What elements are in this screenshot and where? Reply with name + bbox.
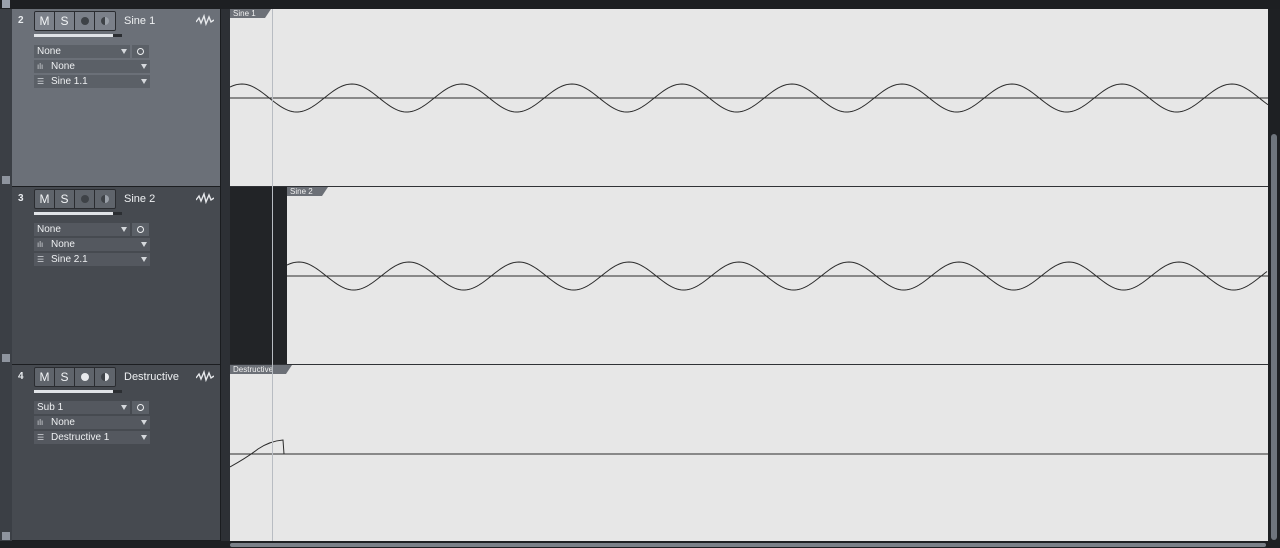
waveform-icon[interactable] <box>196 14 214 26</box>
track-header-sine-2[interactable]: 3 M S Sine 2 None ılı None ☰ Sine 2.1 <box>12 187 220 365</box>
hscroll-thumb[interactable] <box>230 543 1266 547</box>
output-select[interactable]: Sub 1 <box>34 401 130 414</box>
layers-icon: ☰ <box>37 255 45 264</box>
monitor-o-button[interactable] <box>132 401 149 414</box>
circle-icon <box>137 404 144 411</box>
instrument-select[interactable]: ılı None <box>34 238 150 251</box>
layer-value: Destructive 1 <box>51 432 110 443</box>
chevron-down-icon <box>121 227 127 232</box>
solo-button[interactable]: S <box>55 12 75 30</box>
layer-select[interactable]: ☰ Destructive 1 <box>34 431 150 444</box>
event-label[interactable]: Sine 2 <box>287 187 328 196</box>
chevron-down-icon <box>141 257 147 262</box>
bars-icon: ılı <box>37 62 44 71</box>
fader-fill <box>34 390 114 393</box>
record-arm-button[interactable] <box>75 368 95 386</box>
layers-icon: ☰ <box>37 77 45 86</box>
horizontal-scrollbar[interactable] <box>0 541 1268 548</box>
record-icon <box>80 194 89 203</box>
lane-separator <box>230 186 1268 187</box>
bars-icon: ılı <box>37 240 44 249</box>
track-button-group: M S <box>34 189 116 209</box>
mute-button[interactable]: M <box>35 12 55 30</box>
instrument-value: None <box>51 239 75 250</box>
track-header-destructive[interactable]: 4 M S Destructive Sub 1 ılı None ☰ Destr… <box>12 365 220 541</box>
solo-button[interactable]: S <box>55 190 75 208</box>
arrangement-window: 2 M S Sine 1 None ılı None ☰ Sine 1.1 3 … <box>0 0 1280 548</box>
layer-value: Sine 1.1 <box>51 76 88 87</box>
layer-select[interactable]: ☰ Sine 1.1 <box>34 75 150 88</box>
output-select[interactable]: None <box>34 223 130 236</box>
chevron-down-icon <box>141 79 147 84</box>
expand-icon[interactable] <box>2 176 10 184</box>
monitor-o-button[interactable] <box>132 223 149 236</box>
chevron-down-icon <box>141 242 147 247</box>
waveform-icon[interactable] <box>196 192 214 204</box>
monitor-button[interactable] <box>95 368 115 386</box>
record-arm-button[interactable] <box>75 12 95 30</box>
track-name[interactable]: Sine 2 <box>124 193 155 205</box>
circle-icon <box>137 226 144 233</box>
monitor-icon <box>101 372 109 381</box>
track-number: 4 <box>18 371 24 382</box>
track-button-group: M S <box>34 367 116 387</box>
monitor-button[interactable] <box>95 190 115 208</box>
event-label[interactable]: Sine 1 <box>230 9 271 18</box>
chevron-down-icon <box>141 435 147 440</box>
lane-separator <box>230 364 1268 365</box>
track-name[interactable]: Destructive <box>124 371 179 383</box>
volume-fader[interactable] <box>34 212 122 215</box>
track-number: 3 <box>18 193 24 204</box>
record-icon <box>80 16 89 25</box>
instrument-select[interactable]: ılı None <box>34 416 150 429</box>
mute-button[interactable]: M <box>35 368 55 386</box>
track-button-group: M S <box>34 11 116 31</box>
layer-select[interactable]: ☰ Sine 2.1 <box>34 253 150 266</box>
instrument-value: None <box>51 417 75 428</box>
chevron-down-icon <box>121 405 127 410</box>
instrument-value: None <box>51 61 75 72</box>
output-select[interactable]: None <box>34 45 130 58</box>
scroll-thumb[interactable] <box>1271 134 1277 540</box>
bars-icon: ılı <box>37 418 44 427</box>
monitor-o-button[interactable] <box>132 45 149 58</box>
event-label[interactable]: Destructive <box>230 365 292 374</box>
track-header-sine-1[interactable]: 2 M S Sine 1 None ılı None ☰ Sine 1.1 <box>12 9 220 187</box>
circle-icon <box>137 48 144 55</box>
instrument-select[interactable]: ılı None <box>34 60 150 73</box>
solo-button[interactable]: S <box>55 368 75 386</box>
layers-icon: ☰ <box>37 433 45 442</box>
record-arm-button[interactable] <box>75 190 95 208</box>
layer-value: Sine 2.1 <box>51 254 88 265</box>
record-icon <box>80 372 89 381</box>
vertical-scrollbar[interactable] <box>1268 9 1280 548</box>
fader-fill <box>34 212 114 215</box>
playhead-cursor[interactable] <box>272 9 273 543</box>
expand-icon[interactable] <box>2 354 10 362</box>
expand-icon[interactable] <box>2 532 10 540</box>
volume-fader[interactable] <box>34 390 122 393</box>
track-number: 2 <box>18 15 24 26</box>
monitor-icon <box>101 16 109 25</box>
volume-fader[interactable] <box>34 34 122 37</box>
fader-fill <box>34 34 114 37</box>
track-list: 2 M S Sine 1 None ılı None ☰ Sine 1.1 3 … <box>12 9 220 541</box>
arrange-view[interactable]: Sine 1 Sine 2 Destructive <box>230 9 1268 543</box>
waveform-display <box>230 83 1268 468</box>
chevron-down-icon <box>121 49 127 54</box>
collapse-icon[interactable] <box>2 0 10 8</box>
output-value: Sub 1 <box>37 402 64 413</box>
output-value: None <box>37 46 61 57</box>
waveform-icon[interactable] <box>196 370 214 382</box>
chevron-down-icon <box>141 64 147 69</box>
chevron-down-icon <box>141 420 147 425</box>
monitor-button[interactable] <box>95 12 115 30</box>
monitor-icon <box>101 194 109 203</box>
output-value: None <box>37 224 61 235</box>
mute-button[interactable]: M <box>35 190 55 208</box>
track-name[interactable]: Sine 1 <box>124 15 155 27</box>
